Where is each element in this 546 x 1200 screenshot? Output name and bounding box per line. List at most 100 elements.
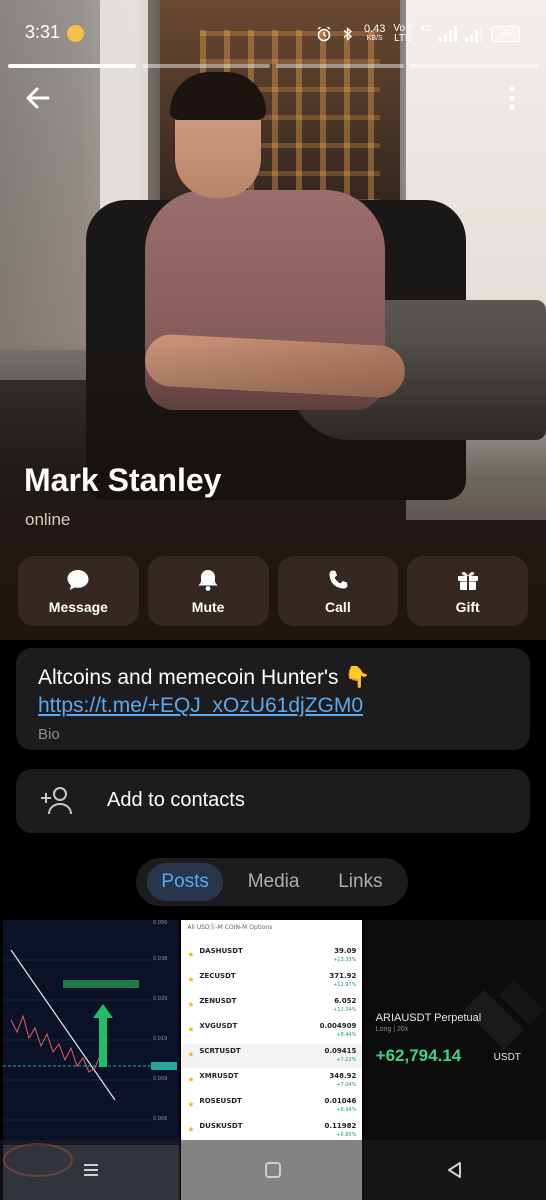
market-symbol: ROSEUSDT xyxy=(199,1097,242,1105)
star-icon: ★ xyxy=(187,1125,195,1134)
profile-screen: 3:31 0.43 KB/S Vo ll LTE 4G 25 Mark Stan… xyxy=(0,0,546,1200)
bluetooth-icon xyxy=(343,26,353,42)
call-button[interactable]: Call xyxy=(277,556,399,626)
bio-card: Altcoins and memecoin Hunter's 👇 https:/… xyxy=(16,648,530,750)
market-price: 0.09415 xyxy=(324,1047,357,1055)
market-price: 0.004909 xyxy=(319,1022,357,1030)
market-price: 0.01046 xyxy=(324,1097,357,1105)
star-icon: ★ xyxy=(187,1075,195,1084)
battery-icon: 25 xyxy=(491,26,520,42)
signal-2-icon xyxy=(465,26,483,42)
add-person-icon xyxy=(41,787,72,815)
phone-icon xyxy=(329,570,348,589)
system-nav-bar xyxy=(0,1140,546,1200)
status-time: 3:31 xyxy=(25,22,61,42)
call-label: Call xyxy=(325,599,351,615)
market-change: +6.94% xyxy=(336,1107,357,1113)
market-change: +12.97% xyxy=(333,982,357,988)
market-row: ★ DASHUSDT 39.09 +13.33% xyxy=(181,944,361,968)
add-to-contacts-button[interactable]: Add to contacts xyxy=(16,769,530,833)
star-icon: ★ xyxy=(187,975,195,984)
status-bar: 3:31 0.43 KB/S Vo ll LTE 4G 25 xyxy=(0,0,546,62)
market-symbol: DUSKUSDT xyxy=(199,1122,243,1130)
mute-label: Mute xyxy=(191,599,225,615)
pnl-value: +62,794.14 xyxy=(375,1046,462,1065)
market-list-header: All USDⓈ-M COIN-M Options xyxy=(187,924,273,931)
volte-bottom: LTE xyxy=(394,33,412,44)
market-change: +6.85% xyxy=(336,1132,357,1138)
signal-1-icon xyxy=(439,26,457,42)
market-price: 6.052 xyxy=(334,997,357,1005)
recents-icon[interactable] xyxy=(81,1160,101,1180)
network-gen: 4G xyxy=(420,24,431,33)
svg-text:0.006: 0.006 xyxy=(153,1116,167,1122)
alarm-icon xyxy=(317,26,331,42)
tab-links[interactable]: Links xyxy=(324,863,396,901)
gift-icon xyxy=(457,571,478,590)
back-button[interactable] xyxy=(22,82,54,114)
market-row: ★ XVGUSDT 0.004909 +8.44% xyxy=(181,1019,361,1043)
profile-tabs: Posts Media Links xyxy=(136,858,408,906)
profile-status: online xyxy=(25,510,71,529)
svg-text:0.056: 0.056 xyxy=(153,920,167,926)
gift-label: Gift xyxy=(455,599,480,615)
market-price: 371.92 xyxy=(329,972,357,980)
bell-icon xyxy=(198,570,218,591)
message-label: Message xyxy=(48,599,108,615)
photo-progress-segment xyxy=(142,64,270,68)
home-icon[interactable] xyxy=(263,1160,283,1180)
market-row: ★ ZECUSDT 371.92 +12.97% xyxy=(181,969,361,993)
pnl-unit: USDT xyxy=(493,1052,521,1063)
bio-label: Bio xyxy=(38,726,60,743)
market-symbol: DASHUSDT xyxy=(199,947,243,955)
tab-media[interactable]: Media xyxy=(234,863,314,901)
profile-actions: Message Mute Call Gift xyxy=(18,556,528,626)
svg-text:0.019: 0.019 xyxy=(153,1036,167,1042)
svg-text:0.009: 0.009 xyxy=(153,1076,167,1082)
network-speed-value: 0.43 xyxy=(364,23,386,35)
back-nav-icon[interactable] xyxy=(445,1160,465,1180)
market-row: ★ XMRUSDT 348.92 +7.04% xyxy=(181,1069,361,1093)
profile-name: Mark Stanley xyxy=(24,462,222,498)
market-row: ★ ZENUSDT 6.052 +12.34% xyxy=(181,994,361,1018)
mute-button[interactable]: Mute xyxy=(147,556,269,626)
star-icon: ★ xyxy=(187,1100,195,1109)
network-speed-unit: KB/S xyxy=(366,35,383,42)
gift-button[interactable]: Gift xyxy=(407,556,528,626)
bio-link[interactable]: https://t.me/+EQJ_xOzU61djZGM0 xyxy=(38,694,363,718)
star-icon: ★ xyxy=(187,1000,195,1009)
photo-progress-bars xyxy=(8,64,538,68)
market-change: +8.44% xyxy=(336,1032,357,1038)
network-speed: 0.43 KB/S xyxy=(364,24,385,44)
bio-text: Altcoins and memecoin Hunter's 👇 xyxy=(38,666,371,689)
market-row: ★ SCRTUSDT 0.09415 +7.22% xyxy=(181,1044,362,1068)
status-icons: 0.43 KB/S Vo ll LTE 4G 25 xyxy=(316,24,520,44)
notification-emoji-icon xyxy=(67,25,84,42)
pnl-subtitle: Long | 20x xyxy=(375,1026,409,1033)
market-symbol: XMRUSDT xyxy=(199,1072,239,1080)
svg-text:0.029: 0.029 xyxy=(153,996,167,1002)
profile-content: Altcoins and memecoin Hunter's 👇 https:/… xyxy=(0,640,546,1200)
market-symbol: ZECUSDT xyxy=(199,972,236,980)
market-row: ★ ROSEUSDT 0.01046 +6.94% xyxy=(181,1094,361,1118)
pnl-title: ARIAUSDT Perpetual xyxy=(375,1012,482,1024)
tab-posts[interactable]: Posts xyxy=(147,863,223,901)
photo-progress-segment xyxy=(8,64,136,68)
svg-text:0.038: 0.038 xyxy=(153,956,167,962)
star-icon: ★ xyxy=(187,1025,195,1034)
profile-photo[interactable] xyxy=(0,0,546,640)
more-options-button[interactable] xyxy=(506,84,518,112)
market-symbol: SCRTUSDT xyxy=(199,1047,241,1055)
market-price: 348.92 xyxy=(329,1072,357,1080)
market-symbol: XVGUSDT xyxy=(199,1022,238,1030)
market-change: +12.34% xyxy=(333,1007,357,1013)
star-icon: ★ xyxy=(187,1050,195,1059)
star-icon: ★ xyxy=(187,950,195,959)
market-change: +7.22% xyxy=(336,1057,357,1063)
photo-progress-segment xyxy=(276,64,404,68)
photo-progress-segment xyxy=(410,64,538,68)
market-change: +7.04% xyxy=(336,1082,357,1088)
message-button[interactable]: Message xyxy=(18,556,139,626)
market-change: +13.33% xyxy=(333,957,357,963)
add-to-contacts-label: Add to contacts xyxy=(107,789,245,811)
